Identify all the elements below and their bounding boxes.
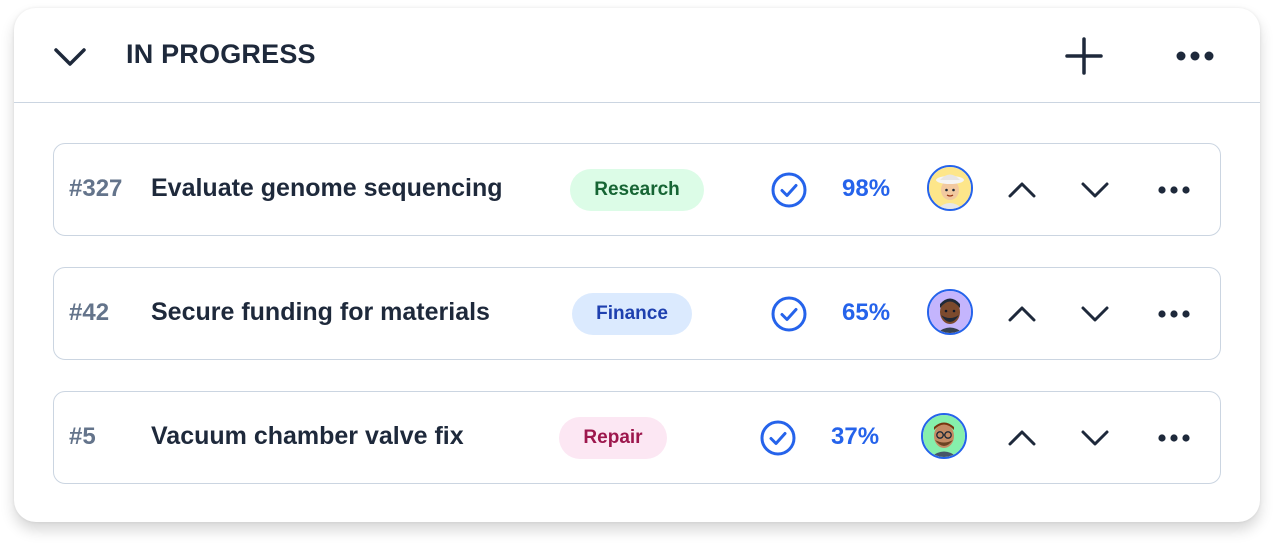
tag-badge[interactable]: Finance	[572, 293, 692, 335]
check-circle-icon[interactable]	[759, 419, 797, 457]
progress-percent: 37%	[831, 423, 880, 450]
section-title: IN PROGRESS	[126, 39, 316, 69]
section-header: IN PROGRESS	[14, 8, 1260, 103]
check-circle-icon[interactable]	[770, 171, 808, 209]
chevron-up-icon[interactable]	[1004, 424, 1040, 452]
tag-badge[interactable]: Repair	[559, 417, 667, 459]
check-circle-icon[interactable]	[770, 295, 808, 333]
progress-percent: 65%	[842, 299, 891, 326]
task-id: #42	[69, 299, 110, 326]
task-title[interactable]: Secure funding for materials	[151, 298, 490, 327]
avatar-woman-hat-icon[interactable]	[927, 165, 973, 211]
avatar-man-beard-icon[interactable]	[927, 289, 973, 335]
more-horizontal-icon[interactable]	[1154, 428, 1194, 448]
plus-icon[interactable]	[1062, 34, 1106, 78]
more-horizontal-icon[interactable]	[1154, 180, 1194, 200]
task-id: #5	[69, 423, 96, 450]
task-row[interactable]: #327 Evaluate genome sequencing Research…	[53, 143, 1221, 236]
more-horizontal-icon[interactable]	[1154, 304, 1194, 324]
chevron-up-icon[interactable]	[1004, 300, 1040, 328]
more-horizontal-icon[interactable]	[1172, 44, 1218, 68]
avatar-man-glasses-icon[interactable]	[921, 413, 967, 459]
chevron-up-icon[interactable]	[1004, 176, 1040, 204]
task-title[interactable]: Vacuum chamber valve fix	[151, 422, 464, 451]
task-row[interactable]: #42 Secure funding for materials Finance…	[53, 267, 1221, 360]
chevron-down-icon[interactable]	[50, 40, 90, 74]
task-title[interactable]: Evaluate genome sequencing	[151, 174, 503, 203]
chevron-down-icon[interactable]	[1077, 176, 1113, 204]
task-id: #327	[69, 175, 123, 202]
tag-badge[interactable]: Research	[570, 169, 704, 211]
in-progress-panel: IN PROGRESS #327 Evaluate genome sequenc…	[14, 8, 1260, 522]
chevron-down-icon[interactable]	[1077, 424, 1113, 452]
chevron-down-icon[interactable]	[1077, 300, 1113, 328]
progress-percent: 98%	[842, 175, 891, 202]
task-row[interactable]: #5 Vacuum chamber valve fix Repair 37%	[53, 391, 1221, 484]
